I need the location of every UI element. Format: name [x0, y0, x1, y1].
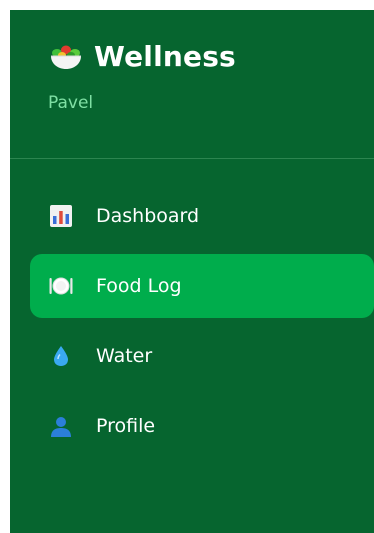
sidebar-item-water[interactable]: Water [30, 324, 374, 388]
sidebar-item-label: Food Log [96, 275, 182, 297]
app-title: Wellness [94, 40, 236, 73]
sidebar-nav: Dashboard Food Log Water Profile [30, 184, 374, 464]
sidebar-item-profile[interactable]: Profile [30, 394, 374, 458]
sidebar-item-label: Water [96, 345, 153, 367]
sidebar-item-dashboard[interactable]: Dashboard [30, 184, 374, 248]
sidebar-item-label: Profile [96, 415, 156, 437]
sidebar: Wellness Pavel Dashboard Food Log Water … [10, 10, 374, 533]
water-drop-icon [48, 343, 74, 369]
bar-chart-icon [48, 203, 74, 229]
sidebar-item-food-log[interactable]: Food Log [30, 254, 374, 318]
brand-header: Wellness [48, 40, 236, 73]
salad-bowl-icon [48, 42, 84, 72]
plate-cutlery-icon [48, 273, 74, 299]
user-name: Pavel [48, 93, 94, 113]
user-icon [48, 413, 74, 439]
sidebar-item-label: Dashboard [96, 205, 200, 227]
sidebar-divider [10, 158, 374, 159]
